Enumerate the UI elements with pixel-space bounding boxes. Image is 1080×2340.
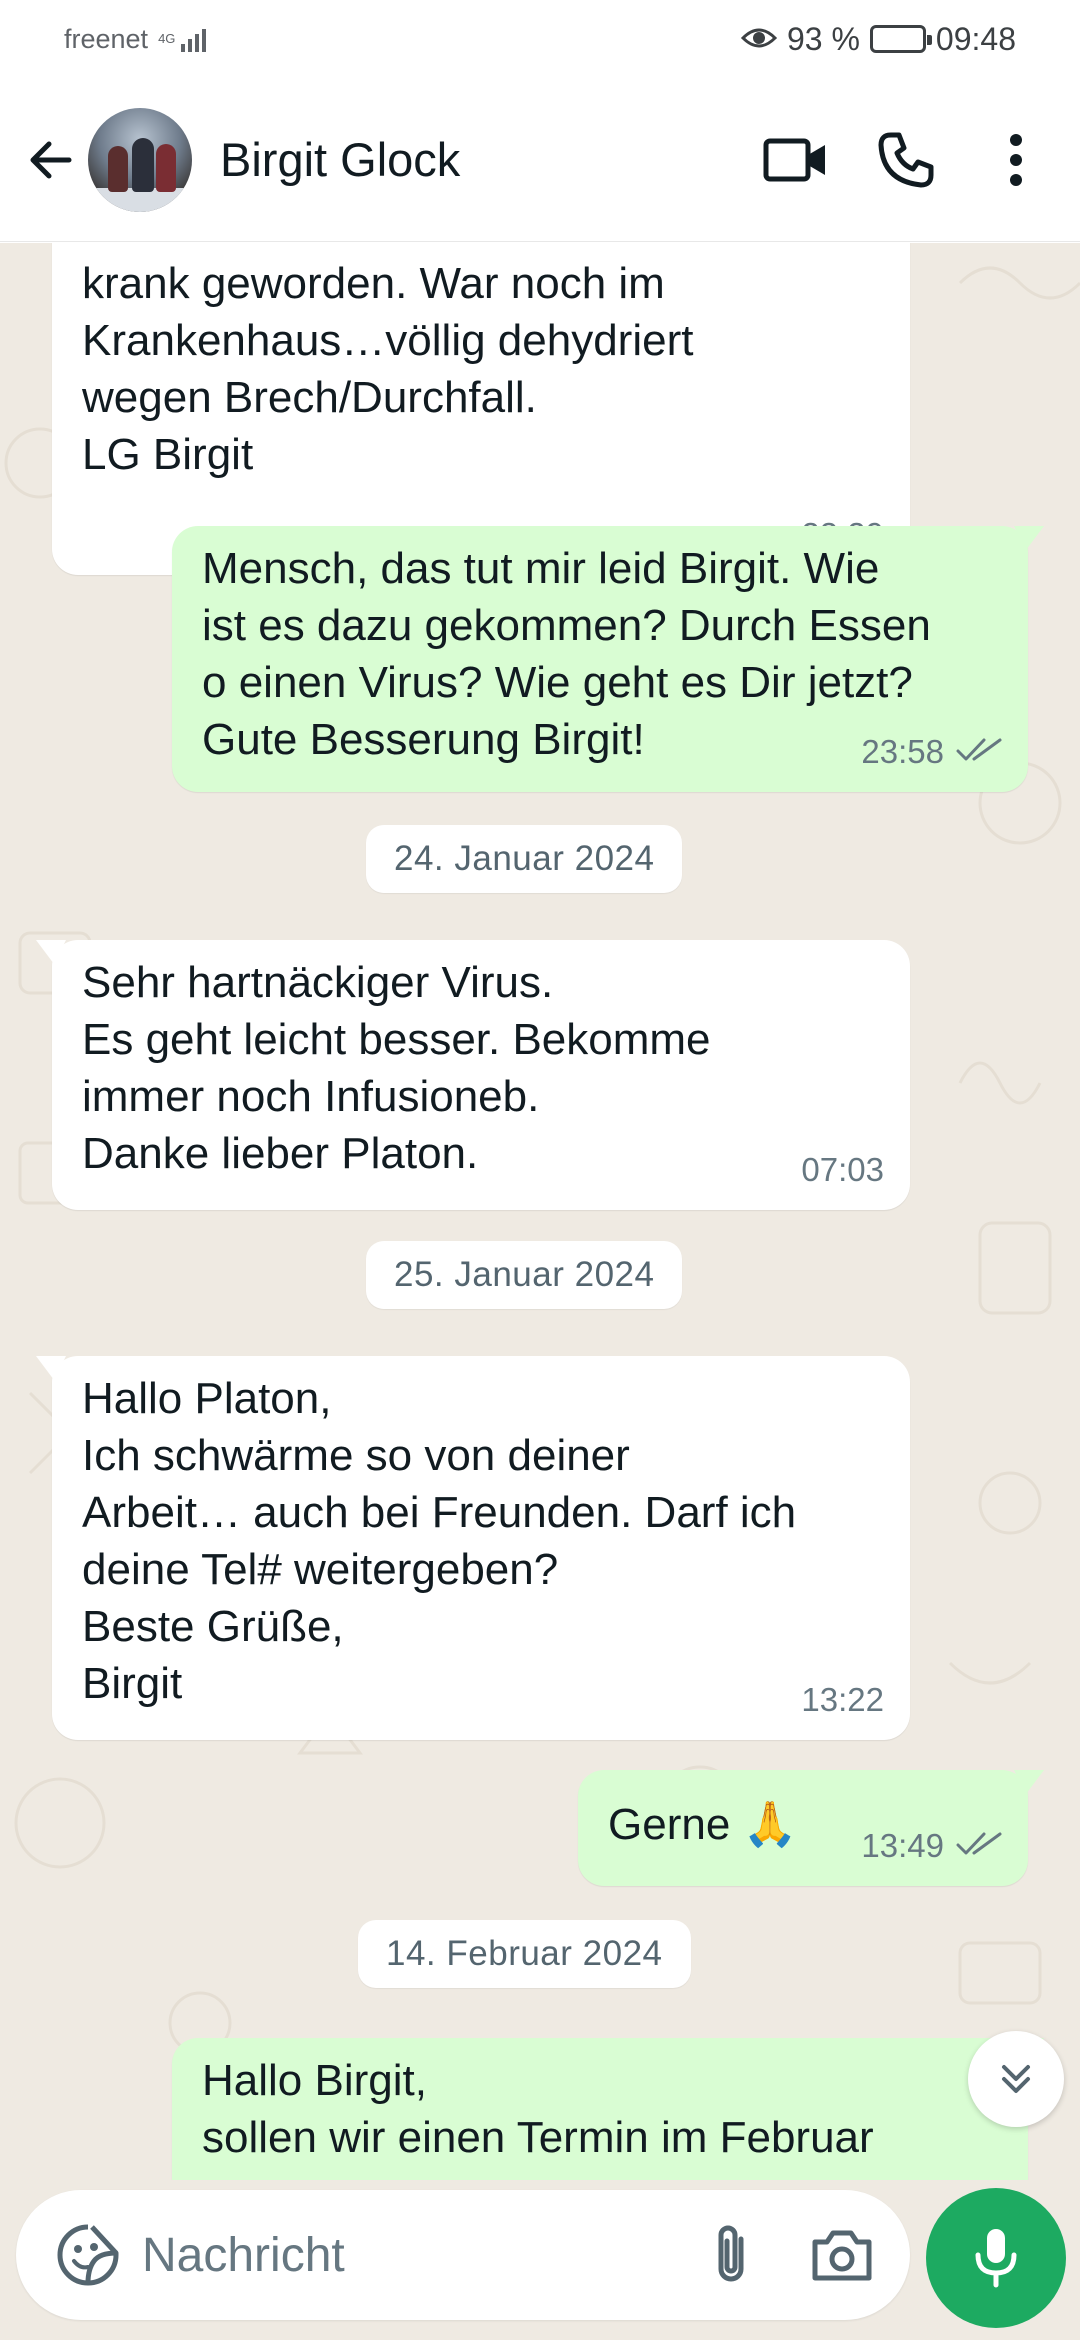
attach-icon[interactable] xyxy=(696,2215,766,2295)
video-call-icon[interactable] xyxy=(756,120,836,200)
phone-icon[interactable] xyxy=(866,120,946,200)
camera-icon[interactable] xyxy=(802,2215,882,2295)
message-meta: 13:22 xyxy=(801,1671,884,1728)
date-separator: 24. Januar 2024 xyxy=(366,825,683,893)
battery-icon xyxy=(869,25,932,53)
message-meta: 07:03 xyxy=(801,1141,884,1198)
sticker-emoji-icon[interactable] xyxy=(48,2215,128,2295)
more-vert-icon[interactable] xyxy=(976,120,1056,200)
eye-comfort-icon xyxy=(740,21,778,58)
message-bubble-outgoing[interactable]: Gerne 🙏 13:49 xyxy=(578,1770,1044,1886)
message-text: Sehr hartnäckiger Virus. Es geht leicht … xyxy=(82,958,711,1178)
clock: 09:48 xyxy=(935,20,1016,57)
message-time: 23:58 xyxy=(861,733,944,770)
bubble-tail xyxy=(36,940,66,964)
message-meta: 23:58 xyxy=(861,723,1002,780)
message-text: krank geworden. War noch im Krankenhaus…… xyxy=(82,259,694,479)
chat-header: Birgit Glock xyxy=(0,78,1080,242)
message-bubble-incoming[interactable]: Hallo Platon, Ich schwärme so von deiner… xyxy=(36,1356,910,1740)
message-time: 13:49 xyxy=(861,1827,944,1864)
carrier-info: freenet 4G xyxy=(64,23,207,55)
voice-message-button[interactable] xyxy=(926,2188,1066,2328)
message-bubble-outgoing[interactable]: Mensch, das tut mir leid Birgit. Wie ist… xyxy=(172,526,1044,792)
bubble-tail xyxy=(36,1356,66,1380)
carrier-name: freenet xyxy=(64,23,149,54)
scroll-to-bottom-button[interactable] xyxy=(968,2031,1064,2127)
double-chevron-down-icon xyxy=(1002,2065,1030,2093)
input-bar xyxy=(0,2180,1080,2340)
status-bar: freenet 4G 93 % 09:48 xyxy=(0,0,1080,78)
bubble-tail xyxy=(1014,1770,1044,1794)
microphone-icon xyxy=(975,2229,1017,2288)
chat-area[interactable]: krank geworden. War noch im Krankenhaus…… xyxy=(0,243,1080,2180)
double-check-icon xyxy=(956,723,1002,780)
avatar[interactable] xyxy=(88,107,192,212)
back-arrow-icon[interactable] xyxy=(18,127,84,193)
message-bubble-incoming[interactable]: Sehr hartnäckiger Virus. Es geht leicht … xyxy=(36,940,910,1210)
date-separator: 25. Januar 2024 xyxy=(366,1241,683,1309)
message-time: 13:22 xyxy=(801,1681,884,1718)
message-time: 07:03 xyxy=(801,1151,884,1188)
battery-percent: 93 % xyxy=(786,20,860,57)
message-meta: 13:49 xyxy=(861,1817,1002,1874)
contact-name[interactable]: Birgit Glock xyxy=(220,132,756,187)
message-composer xyxy=(16,2190,910,2320)
signal-icon xyxy=(181,26,207,52)
message-input[interactable] xyxy=(142,2227,642,2283)
message-text: Hallo Platon, Ich schwärme so von deiner… xyxy=(82,1374,797,1708)
double-check-icon xyxy=(956,1817,1002,1874)
message-bubble-outgoing[interactable]: Hallo Birgit, sollen wir einen Termin im… xyxy=(172,2038,1044,2180)
message-text: Hallo Birgit, sollen wir einen Termin im… xyxy=(202,2056,874,2162)
network-type: 4G xyxy=(158,31,176,46)
date-separator: 14. Februar 2024 xyxy=(358,1920,691,1988)
bubble-tail xyxy=(1014,526,1044,550)
